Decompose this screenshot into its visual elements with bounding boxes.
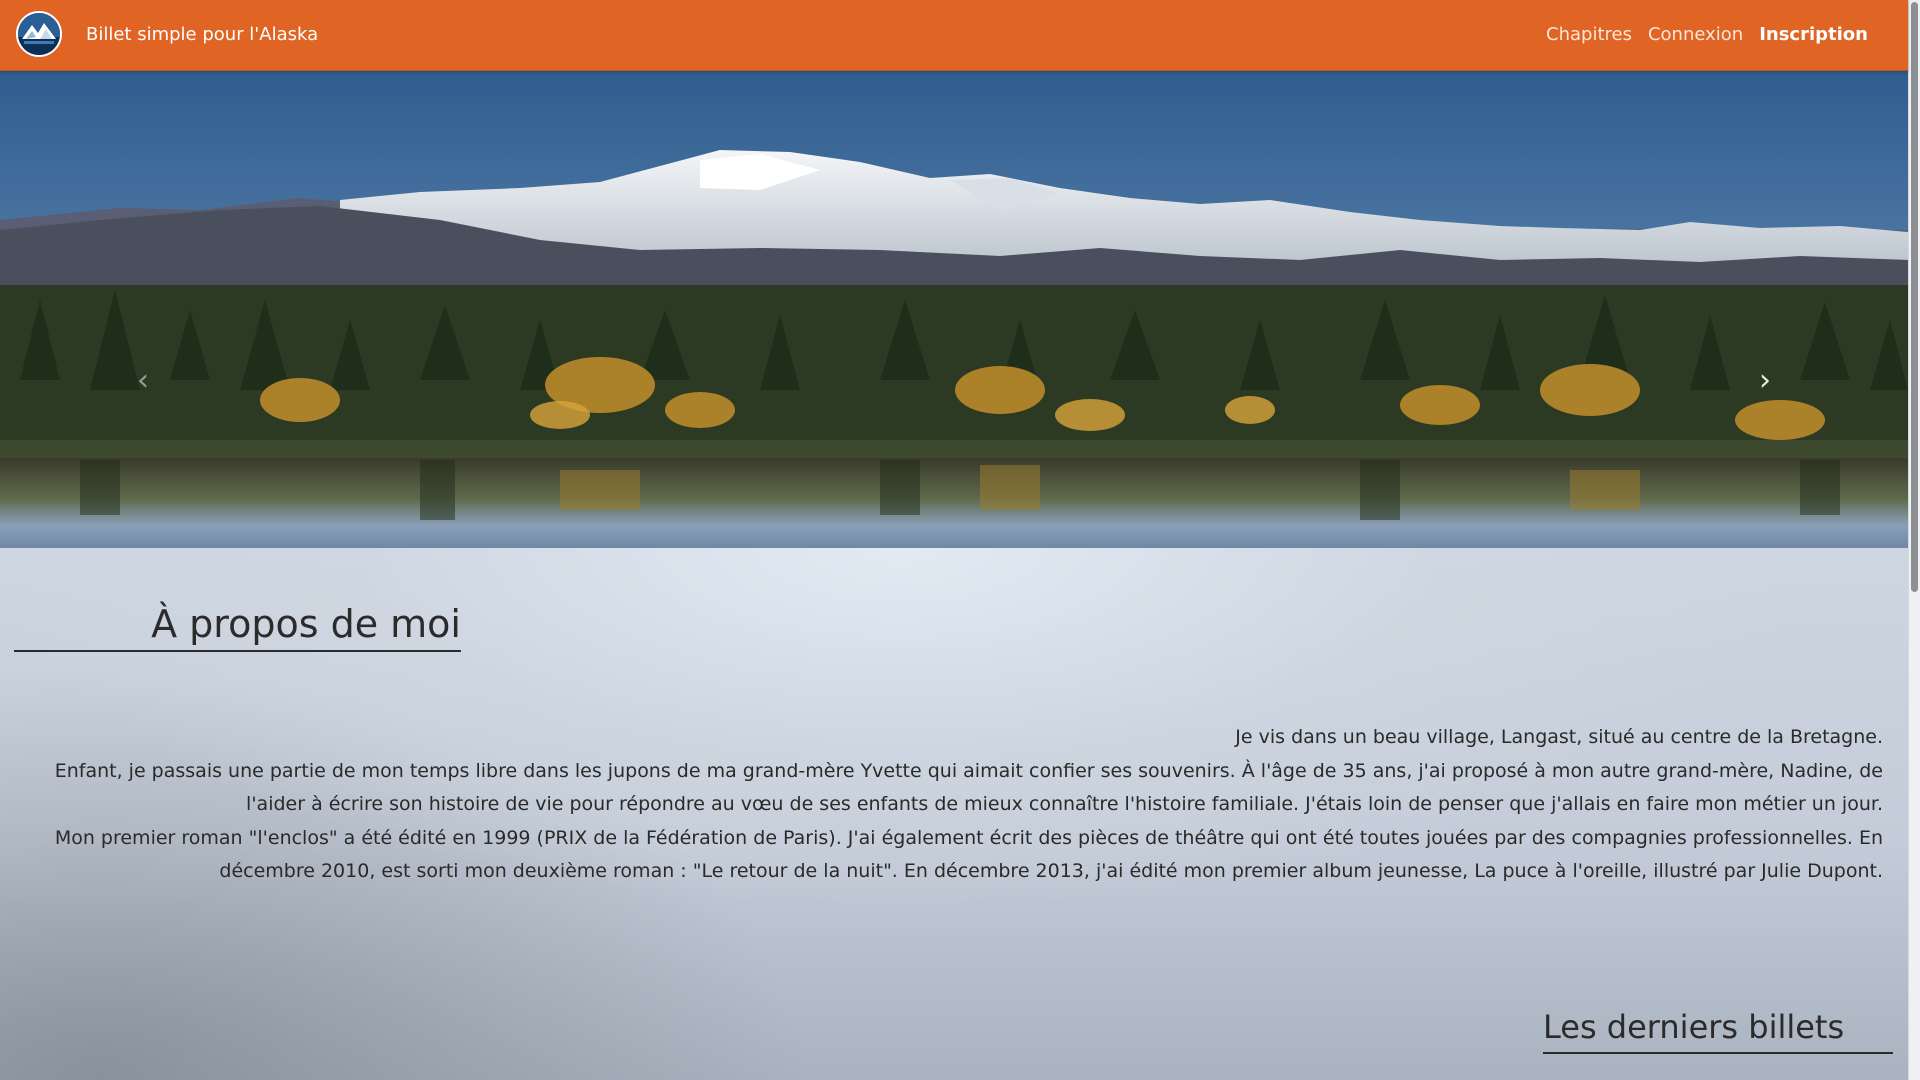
page-scrollbar[interactable]: [1908, 0, 1920, 1080]
nav-chapitres-link[interactable]: Chapitres: [1546, 24, 1632, 45]
latest-posts-heading: Les derniers billets: [1543, 1008, 1893, 1054]
carousel-next-chevron-right-icon[interactable]: ›: [1750, 360, 1780, 400]
about-paragraph: Je vis dans un beau village, Langast, si…: [1235, 726, 1883, 748]
hero-carousel: ‹ ›: [0, 70, 1908, 548]
about-text: Je vis dans un beau village, Langast, si…: [20, 721, 1883, 889]
scrollbar-thumb[interactable]: [1911, 2, 1918, 592]
carousel-prev-chevron-left-icon[interactable]: ‹: [128, 360, 158, 400]
site-title[interactable]: Billet simple pour l'Alaska: [86, 24, 318, 45]
about-paragraph: Enfant, je passais une partie de mon tem…: [54, 759, 1883, 816]
nav-connexion-link[interactable]: Connexion: [1648, 24, 1743, 45]
mountain-lake-image: [0, 70, 1908, 548]
alaska-globe-logo-icon[interactable]: [16, 11, 62, 57]
nav-inscription-link[interactable]: Inscription: [1759, 24, 1868, 45]
top-navbar: Billet simple pour l'Alaska Chapitres Co…: [0, 0, 1908, 71]
main-nav: Chapitres Connexion Inscription: [1546, 24, 1868, 45]
main-content: À propos de moi Je vis dans un beau vill…: [0, 548, 1908, 1080]
about-paragraph: Mon premier roman "l'enclos" a été édité…: [54, 826, 1883, 883]
about-heading: À propos de moi: [14, 602, 461, 652]
